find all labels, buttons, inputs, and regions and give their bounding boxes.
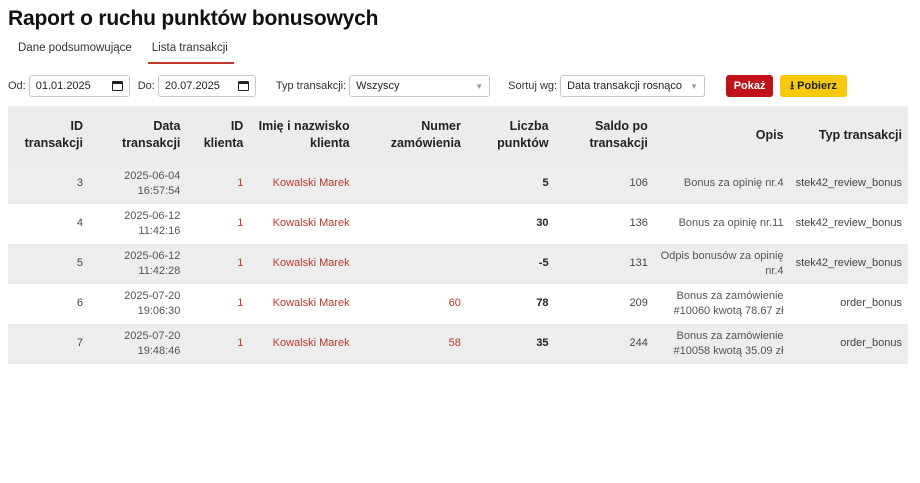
- cell-client-id[interactable]: 1: [186, 284, 250, 324]
- cell-order-number[interactable]: 58: [355, 324, 467, 364]
- header-balance[interactable]: Saldo po transakcji: [554, 106, 654, 164]
- to-date-value: 20.07.2025: [164, 80, 220, 92]
- table-row: 5 2025-06-12 11:42:28 1 Kowalski Marek -5…: [8, 244, 908, 284]
- cell-date: 2025-06-12 11:42:16: [88, 204, 187, 244]
- cell-id: 5: [8, 244, 89, 284]
- header-description[interactable]: Opis: [653, 106, 790, 164]
- cell-client-id[interactable]: 1: [186, 244, 250, 284]
- to-date-label: Do:: [137, 80, 155, 92]
- type-select[interactable]: Wszyscy ▼: [349, 75, 491, 97]
- cell-id: 6: [8, 284, 89, 324]
- cell-date: 2025-07-20 19:06:30: [88, 284, 187, 324]
- tab-summary[interactable]: Dane podsumowujące: [8, 40, 142, 59]
- cell-type: stek42_review_bonus: [789, 244, 908, 284]
- calendar-icon[interactable]: [237, 81, 249, 91]
- cell-id: 3: [8, 164, 89, 204]
- from-date-label: Od:: [8, 80, 26, 92]
- page-title: Raport o ruchu punktów bonusowych: [8, 7, 379, 30]
- chevron-down-icon: ▼: [475, 81, 484, 91]
- chevron-down-icon: ▼: [690, 81, 699, 91]
- cell-balance: 106: [554, 164, 654, 204]
- cell-description: Odpis bonusów za opinię nr.4: [653, 244, 790, 284]
- table-row: 6 2025-07-20 19:06:30 1 Kowalski Marek 60…: [8, 284, 908, 324]
- cell-description: Bonus za opinię nr.11: [653, 204, 790, 244]
- table-header-row: ID transakcji Data transakcji ID klienta Im…: [8, 106, 908, 164]
- cell-points: -5: [466, 244, 555, 284]
- cell-client-name[interactable]: Kowalski Marek: [249, 204, 356, 244]
- table-row: 7 2025-07-20 19:48:46 1 Kowalski Marek 58…: [8, 324, 908, 364]
- sort-select[interactable]: Data transakcji rosnąco ▼: [560, 75, 706, 97]
- filter-bar: Od: 01.01.2025 Do: 20.07.2025 Typ transa…: [8, 74, 848, 98]
- cell-type: order_bonus: [789, 284, 908, 324]
- header-order-number[interactable]: Numer zamówienia: [355, 106, 467, 164]
- cell-order-number[interactable]: [355, 244, 467, 284]
- download-button[interactable]: ⭳ Pobierz: [780, 75, 848, 97]
- cell-date: 2025-06-04 16:57:54: [88, 164, 187, 204]
- cell-points: 5: [466, 164, 555, 204]
- cell-client-id[interactable]: 1: [186, 324, 250, 364]
- cell-client-name[interactable]: Kowalski Marek: [249, 244, 356, 284]
- cell-order-number[interactable]: [355, 204, 467, 244]
- sort-label: Sortuj wg:: [508, 80, 558, 92]
- from-date-value: 01.01.2025: [35, 80, 91, 92]
- header-client-name[interactable]: Imię i nazwisko klienta: [249, 106, 356, 164]
- cell-type: order_bonus: [789, 324, 908, 364]
- header-date[interactable]: Data transakcji: [88, 106, 187, 164]
- show-button[interactable]: Pokaż: [726, 75, 774, 97]
- cell-type: stek42_review_bonus: [789, 204, 908, 244]
- cell-description: Bonus za zamówienie #10058 kwotą 35.09 zł: [653, 324, 790, 364]
- type-select-value: Wszyscy: [356, 80, 400, 92]
- cell-id: 4: [8, 204, 89, 244]
- type-label: Typ transakcji:: [275, 80, 347, 92]
- calendar-icon[interactable]: [111, 81, 123, 91]
- sort-select-value: Data transakcji rosnąco: [567, 80, 683, 92]
- cell-points: 78: [466, 284, 555, 324]
- cell-balance: 136: [554, 204, 654, 244]
- cell-client-name[interactable]: Kowalski Marek: [249, 284, 356, 324]
- download-button-label: Pobierz: [797, 80, 837, 92]
- table-row: 4 2025-06-12 11:42:16 1 Kowalski Marek 30…: [8, 204, 908, 244]
- cell-points: 35: [466, 324, 555, 364]
- cell-description: Bonus za zamówienie #10060 kwotą 78.67 zł: [653, 284, 790, 324]
- cell-order-number[interactable]: [355, 164, 467, 204]
- cell-date: 2025-07-20 19:48:46: [88, 324, 187, 364]
- download-icon: ⭳: [790, 79, 795, 92]
- header-client-id[interactable]: ID klienta: [186, 106, 250, 164]
- cell-description: Bonus za opinię nr.4: [653, 164, 790, 204]
- cell-balance: 209: [554, 284, 654, 324]
- cell-client-name[interactable]: Kowalski Marek: [249, 324, 356, 364]
- cell-id: 7: [8, 324, 89, 364]
- cell-balance: 244: [554, 324, 654, 364]
- cell-type: stek42_review_bonus: [789, 164, 908, 204]
- from-date-input[interactable]: 01.01.2025: [28, 75, 130, 97]
- header-points[interactable]: Liczba punktów: [466, 106, 555, 164]
- cell-client-id[interactable]: 1: [186, 164, 250, 204]
- cell-client-id[interactable]: 1: [186, 204, 250, 244]
- header-type[interactable]: Typ transakcji: [789, 106, 908, 164]
- table-row: 3 2025-06-04 16:57:54 1 Kowalski Marek 5 …: [8, 164, 908, 204]
- transactions-table: ID transakcji Data transakcji ID klienta Im…: [8, 106, 908, 364]
- cell-balance: 131: [554, 244, 654, 284]
- cell-client-name[interactable]: Kowalski Marek: [249, 164, 356, 204]
- tab-bar: Dane podsumowujące Lista transakcji: [8, 40, 238, 64]
- cell-points: 30: [466, 204, 555, 244]
- to-date-input[interactable]: 20.07.2025: [157, 75, 256, 97]
- tab-transactions[interactable]: Lista transakcji: [142, 40, 238, 64]
- cell-order-number[interactable]: 60: [355, 284, 467, 324]
- cell-date: 2025-06-12 11:42:28: [88, 244, 187, 284]
- header-id[interactable]: ID transakcji: [8, 106, 89, 164]
